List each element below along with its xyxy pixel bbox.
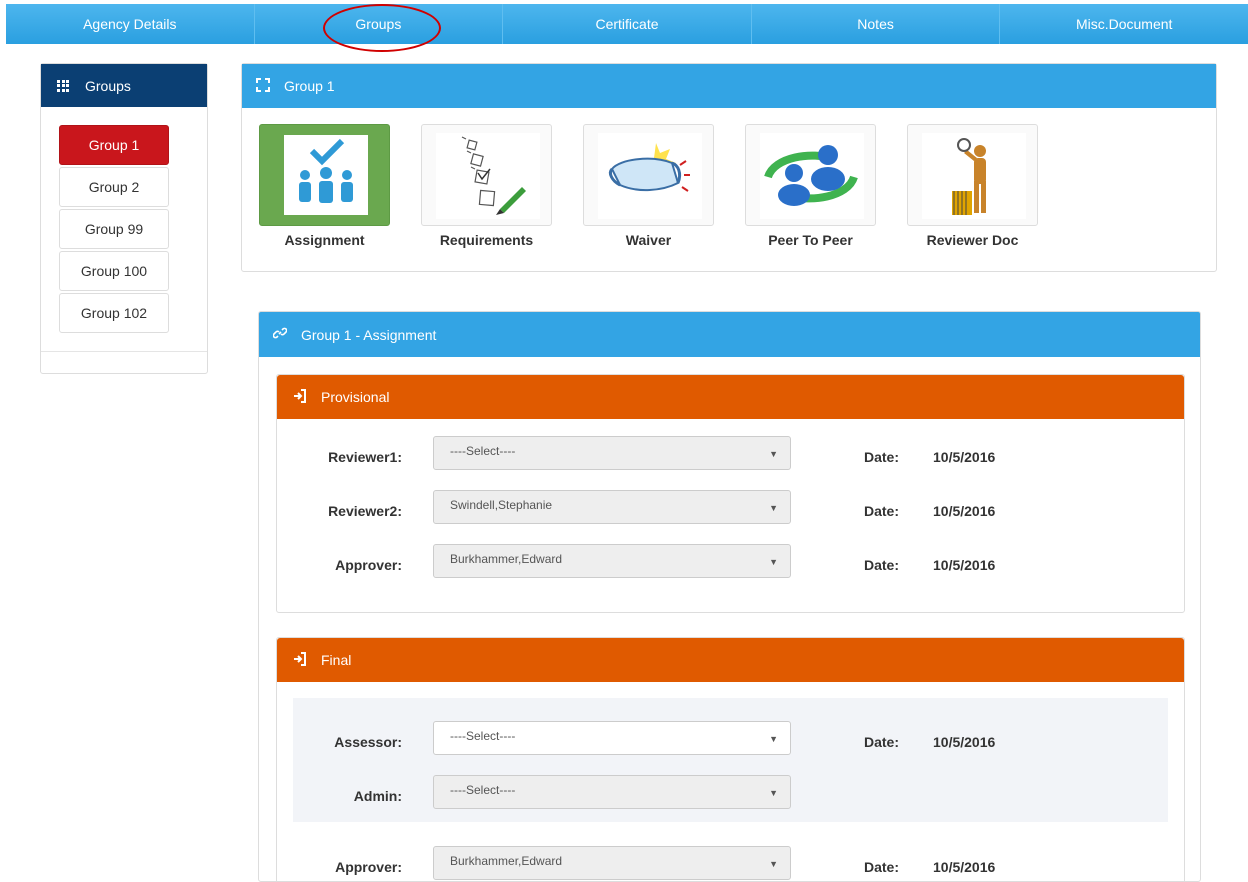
assessor-select[interactable]: ----Select---- ▼ — [433, 721, 791, 755]
sign-in-icon — [293, 651, 307, 669]
provisional-approver-label: Approver: — [335, 557, 402, 573]
assessor-label: Assessor: — [334, 734, 402, 750]
caret-down-icon: ▼ — [769, 734, 778, 744]
tile-reviewer-doc[interactable]: Reviewer Doc — [907, 124, 1038, 248]
reviewer2-row: Reviewer2: Swindell,Stephanie ▼ Date: 10… — [277, 489, 1184, 525]
tile-reviewer-doc-label: Reviewer Doc — [926, 232, 1019, 248]
group-button-99[interactable]: Group 99 — [59, 209, 169, 249]
waiver-scroll-icon — [598, 133, 702, 219]
final-header: Final — [277, 638, 1184, 682]
tile-peer-to-peer-label: Peer To Peer — [768, 232, 853, 248]
tile-requirements[interactable]: Requirements — [421, 124, 552, 248]
reviewer1-row: Reviewer1: ----Select---- ▼ Date: 10/5/2… — [277, 435, 1184, 471]
peer-exchange-icon — [760, 133, 864, 219]
final-approver-label: Approver: — [335, 859, 402, 875]
group-button-2[interactable]: Group 2 — [59, 167, 169, 207]
reviewer1-select[interactable]: ----Select---- ▼ — [433, 436, 791, 470]
group-button-102[interactable]: Group 102 — [59, 293, 169, 333]
tile-waiver[interactable]: Waiver — [583, 124, 714, 248]
provisional-approver-select[interactable]: Burkhammer,Edward ▼ — [433, 544, 791, 578]
tile-peer-to-peer[interactable]: Peer To Peer — [745, 124, 876, 248]
reviewer1-date: 10/5/2016 — [933, 449, 996, 465]
caret-down-icon: ▼ — [769, 557, 778, 567]
sidebar-title: Groups — [85, 77, 131, 94]
assessor-date-label: Date: — [864, 734, 900, 750]
tab-groups[interactable]: Groups — [255, 4, 504, 52]
assignment-panel: Group 1 - Assignment Provisional Reviewe… — [258, 311, 1201, 882]
caret-down-icon: ▼ — [769, 503, 778, 513]
provisional-approver-date: 10/5/2016 — [933, 557, 996, 573]
reviewer1-value: ----Select---- — [450, 444, 516, 458]
final-approver-date-label: Date: — [864, 859, 900, 875]
reviewer1-date-label: Date: — [864, 449, 900, 465]
link-icon — [272, 326, 288, 343]
assessor-row: Assessor: ----Select---- ▼ Date: 10/5/20… — [277, 720, 1184, 756]
tile-assignment-label: Assignment — [284, 232, 365, 248]
assessor-value: ----Select---- — [450, 729, 516, 743]
group-panel-header: Group 1 — [242, 64, 1216, 108]
tile-assignment[interactable]: Assignment — [259, 124, 390, 248]
admin-row: Admin: ----Select---- ▼ — [277, 774, 1184, 810]
sign-in-icon — [293, 388, 307, 406]
tab-certificate[interactable]: Certificate — [503, 4, 752, 44]
expand-icon[interactable] — [256, 77, 270, 95]
tile-waiver-label: Waiver — [625, 232, 672, 248]
top-nav: Agency Details Groups Certificate Notes … — [6, 4, 1248, 52]
tab-notes[interactable]: Notes — [752, 4, 1001, 44]
reviewer1-label: Reviewer1: — [328, 449, 402, 465]
group-list: Group 1 Group 2 Group 99 Group 100 Group… — [41, 107, 207, 333]
grid-icon — [57, 79, 69, 92]
caret-down-icon: ▼ — [769, 859, 778, 869]
sidebar-header: Groups — [41, 64, 207, 107]
provisional-title: Provisional — [321, 389, 390, 405]
final-panel: Final Assessor: ----Select---- ▼ Date: 1… — [276, 637, 1185, 881]
reviewer2-value: Swindell,Stephanie — [450, 498, 553, 512]
reviewer2-label: Reviewer2: — [328, 503, 402, 519]
group-panel: Group 1 Assignment Requirements Waiver P… — [241, 63, 1217, 272]
group-panel-title: Group 1 — [284, 78, 335, 94]
provisional-header: Provisional — [277, 375, 1184, 419]
tab-agency-details[interactable]: Agency Details — [6, 4, 255, 44]
reviewer2-select[interactable]: Swindell,Stephanie ▼ — [433, 490, 791, 524]
group-button-1[interactable]: Group 1 — [59, 125, 169, 165]
assignment-panel-header: Group 1 - Assignment — [259, 312, 1200, 357]
provisional-approver-row: Approver: Burkhammer,Edward ▼ Date: 10/5… — [277, 543, 1184, 579]
caret-down-icon: ▼ — [769, 449, 778, 459]
reviewer2-date-label: Date: — [864, 503, 900, 519]
provisional-panel: Provisional Reviewer1: ----Select---- ▼ … — [276, 374, 1185, 613]
admin-value: ----Select---- — [450, 783, 516, 797]
tile-requirements-label: Requirements — [439, 232, 534, 248]
group-button-100[interactable]: Group 100 — [59, 251, 169, 291]
final-title: Final — [321, 652, 352, 668]
provisional-approver-date-label: Date: — [864, 557, 900, 573]
sidebar-footer — [41, 351, 207, 352]
final-approver-date: 10/5/2016 — [933, 859, 996, 875]
groups-sidebar: Groups Group 1 Group 2 Group 99 Group 10… — [40, 63, 208, 374]
admin-label: Admin: — [353, 788, 402, 804]
reviewer-magnifier-icon — [922, 133, 1026, 219]
action-tiles: Assignment Requirements Waiver Peer To P… — [242, 108, 1216, 248]
assignment-panel-title: Group 1 - Assignment — [301, 326, 437, 343]
final-approver-row: Approver: Burkhammer,Edward ▼ Date: 10/5… — [277, 845, 1184, 881]
assessor-date: 10/5/2016 — [933, 734, 996, 750]
caret-down-icon: ▼ — [769, 788, 778, 798]
assignment-team-check-icon — [284, 135, 368, 215]
admin-select[interactable]: ----Select---- ▼ — [433, 775, 791, 809]
tab-misc-document[interactable]: Misc.Document — [1000, 4, 1248, 44]
provisional-approver-value: Burkhammer,Edward — [450, 552, 563, 566]
final-approver-value: Burkhammer,Edward — [450, 854, 563, 868]
final-approver-select[interactable]: Burkhammer,Edward ▼ — [433, 846, 791, 880]
checklist-icon — [436, 133, 540, 219]
reviewer2-date: 10/5/2016 — [933, 503, 996, 519]
